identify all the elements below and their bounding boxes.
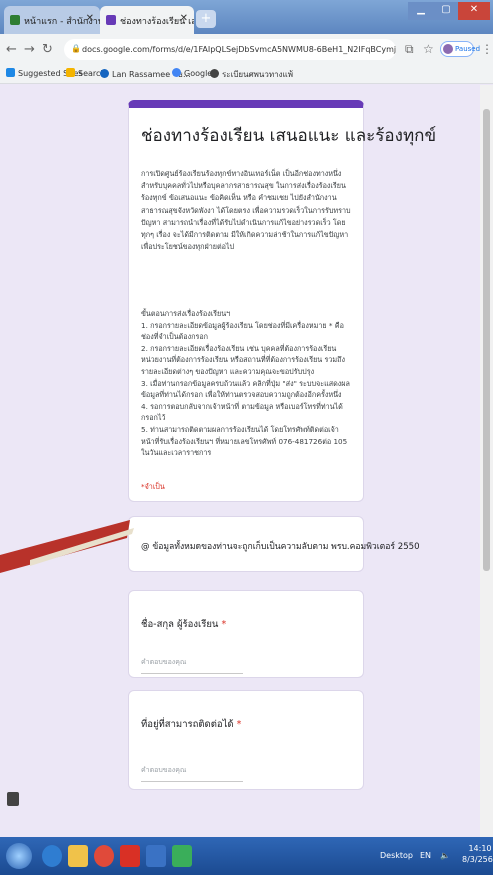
browser-tab-bar: หน้าแรก - สำนักงานสาธารณสุขจังห… ✕ ช่องท…: [0, 0, 493, 34]
pdf-icon[interactable]: [120, 845, 140, 867]
google-icon: [172, 68, 181, 77]
steps-title: ขั้นตอนการส่งเรื่องร้องเรียนฯ: [141, 309, 231, 318]
folder-icon[interactable]: [68, 845, 88, 867]
site-favicon-icon: [10, 15, 20, 25]
question-label: ชื่อ-สกุล ผู้ร้องเรียน *: [141, 617, 226, 632]
start-button[interactable]: [6, 843, 32, 869]
step-item: 4. รอการตอบกลับจากเจ้าหน้าที่ ตามข้อมูล …: [141, 401, 343, 423]
required-mark: *: [236, 719, 242, 730]
question-label: ที่อยู่ที่สามารถติดต่อได้ *: [141, 717, 241, 732]
form-header-card: ช่องทางร้องเรียน เสนอแนะ และร้องทุกข์ กา…: [128, 100, 436, 502]
bookmark-google[interactable]: Google: [172, 68, 212, 78]
profile-button[interactable]: Paused: [440, 41, 480, 57]
form-description: การเปิดศูนย์ร้องเรียนร้องทุกข์ทางอินเทอร…: [141, 169, 351, 252]
reload-icon[interactable]: ↻: [42, 42, 53, 57]
lock-icon: 🔒: [71, 44, 81, 53]
address-toolbar: ← → ↻ 🔒 docs.google.com/forms/d/e/1FAIpQ…: [0, 34, 493, 64]
tab-complaint-form[interactable]: ช่องทางร้องเรียน เสนอแนะ และร้องทุกข์ ✕: [100, 6, 194, 34]
step-item: 2. กรอกรายละเอียดเรื่องร้องเรียน เช่น บุ…: [141, 343, 345, 376]
menu-icon[interactable]: ⋮: [481, 42, 493, 56]
desktop-label[interactable]: Desktop: [380, 851, 413, 860]
address-bar[interactable]: 🔒 docs.google.com/forms/d/e/1FAIpQLSejDb…: [64, 39, 396, 60]
feedback-icon[interactable]: [7, 792, 19, 806]
minimize-window-icon[interactable]: ▁: [408, 2, 434, 20]
privacy-notice-card: @ ข้อมูลทั้งหมดของท่านจะถูกเก็บเป็นความล…: [128, 516, 420, 572]
new-tab-button[interactable]: +: [196, 10, 216, 28]
language-indicator[interactable]: EN: [420, 851, 431, 860]
bookmark-icon: [66, 68, 75, 77]
clock[interactable]: 14:10 8/3/2564: [462, 843, 493, 865]
question-text: ที่อยู่ที่สามารถติดต่อได้: [141, 719, 234, 730]
bookmark-star-icon[interactable]: ☆: [423, 42, 434, 56]
step-item: 1. กรอกรายละเอียดข้อมูลผู้ร้องเรียน โดยช…: [141, 320, 344, 342]
clock-time: 14:10: [468, 844, 492, 853]
maximize-window-icon[interactable]: ▢: [434, 2, 458, 20]
question-text: ชื่อ-สกุล ผู้ร้องเรียน: [141, 619, 219, 630]
question-card-name: ชื่อ-สกุล ผู้ร้องเรียน * คำตอบของคุณ: [128, 590, 364, 678]
bookmark-thai-site[interactable]: ระเบียนศพนวทางแพ้: [210, 68, 293, 81]
question-card-address: ที่อยู่ที่สามารถติดต่อได้ * คำตอบของคุณ: [128, 690, 364, 790]
bookmark-icon: [210, 69, 219, 78]
bookmark-label: ระเบียนศพนวทางแพ้: [222, 70, 293, 79]
back-icon[interactable]: ←: [6, 42, 17, 57]
profile-label: Paused: [455, 45, 481, 53]
forms-favicon-icon: [106, 15, 116, 25]
bookmark-label: Google: [184, 69, 213, 78]
page-title: ช่องทางร้องเรียน เสนอแนะ และร้องทุกข์: [141, 126, 437, 146]
close-tab-icon[interactable]: ✕: [86, 13, 94, 24]
step-item: 3. เมื่อท่านกรอกข้อมูลครบถ้วนแล้ว คลิกที…: [141, 378, 350, 400]
address-field[interactable]: คำตอบของคุณ: [141, 765, 243, 782]
forward-icon[interactable]: →: [24, 42, 35, 57]
windows-taskbar: Desktop EN 🔈 14:10 8/3/2564: [0, 837, 493, 875]
page-scrollbar[interactable]: [480, 85, 493, 837]
avatar: [443, 44, 453, 54]
line-icon[interactable]: [172, 845, 192, 867]
step-item: 5. ท่านสามารถติดตามผลการร้องเรียนได้ โดย…: [141, 424, 348, 458]
url-text: docs.google.com/forms/d/e/1FAIpQLSejDbSv…: [82, 45, 396, 54]
bookmark-icon: [6, 68, 15, 77]
ie-icon[interactable]: [42, 845, 62, 867]
bookmarks-bar: Suggested Sites Search Lan Rassamee - ธ.…: [0, 64, 493, 84]
tab-home[interactable]: หน้าแรก - สำนักงานสาธารณสุขจังห… ✕: [4, 6, 100, 34]
word-icon[interactable]: [146, 845, 166, 867]
close-tab-icon[interactable]: ✕: [180, 13, 188, 24]
clock-date: 8/3/2564: [462, 855, 493, 864]
name-field[interactable]: คำตอบของคุณ: [141, 657, 243, 674]
form-steps: ขั้นตอนการส่งเรื่องร้องเรียนฯ 1. กรอกราย…: [141, 308, 353, 459]
close-window-icon[interactable]: ✕: [458, 2, 490, 20]
scrollbar-thumb[interactable]: [483, 109, 490, 571]
translate-icon[interactable]: ⧉: [405, 42, 414, 57]
chrome-icon[interactable]: [94, 845, 114, 867]
privacy-notice: @ ข้อมูลทั้งหมดของท่านจะถูกเก็บเป็นความล…: [141, 542, 420, 552]
bookmark-icon: [100, 69, 109, 78]
volume-icon[interactable]: 🔈: [440, 851, 450, 860]
required-note: *จำเป็น: [141, 482, 165, 491]
required-mark: *: [221, 619, 227, 630]
